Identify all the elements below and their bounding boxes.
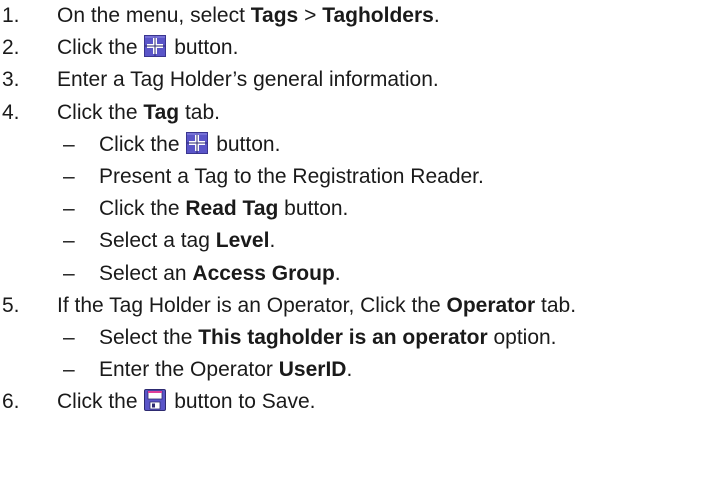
substep-text: Select an Access Group. <box>99 258 341 290</box>
step-text-run: On the menu, select <box>57 4 251 27</box>
add-icon <box>186 131 209 154</box>
step-text-run: . <box>269 229 276 253</box>
bold-term: Level <box>215 229 270 253</box>
step-text: Click the button to Save. <box>57 386 315 418</box>
substep-text: Select a tag Level. <box>99 225 275 257</box>
bold-term: Operator <box>446 293 536 317</box>
bold-term: Tag <box>143 100 180 124</box>
save-icon <box>144 389 167 412</box>
bold-term: Tags <box>250 4 299 27</box>
step-text-run: Select an <box>99 261 193 285</box>
step-text-run: Enter a Tag Holder’s general information… <box>57 68 439 92</box>
substep-bullet: – <box>63 326 75 349</box>
step-text-run: button. <box>168 36 239 60</box>
step-text-run: Present a Tag to the Registration Reader… <box>99 165 484 188</box>
step-text-run: button. <box>210 132 281 156</box>
step-text-run: Click the <box>57 100 144 124</box>
add-icon <box>144 35 167 58</box>
step-number: 5. <box>2 293 20 317</box>
substep-bullet: – <box>63 197 75 221</box>
substep-bullet: – <box>63 165 75 188</box>
bold-term: This tagholder is an operator <box>198 326 488 349</box>
step-number: 3. <box>2 68 20 92</box>
step-text-run: Click the <box>57 36 144 60</box>
step-text-run: Click the <box>57 390 144 414</box>
substep-bullet: – <box>63 358 75 382</box>
step-text-run: tab. <box>535 293 577 317</box>
substep-text: Enter the Operator UserID. <box>99 354 352 386</box>
step-text-run: . <box>433 4 440 27</box>
step-text-run: Click the <box>99 132 186 156</box>
step-text: Click the Tag tab. <box>57 97 220 129</box>
bold-term: Read Tag <box>185 197 279 221</box>
step-text: Click the button. <box>57 32 238 64</box>
step-text-run: button to Save. <box>168 390 316 414</box>
step-text-run: Select the <box>99 326 199 349</box>
bold-term: Access Group <box>192 261 335 285</box>
instruction-document: 1. On the menu, select Tags > Tagholders.… <box>0 0 714 478</box>
bold-term: UserID <box>278 358 347 382</box>
substep-text: Click the button. <box>99 129 280 161</box>
step-text-run: If the Tag Holder is an Operator, Click … <box>57 293 447 317</box>
step-text-run: Enter the Operator <box>99 358 279 382</box>
step-text-run: . <box>346 358 353 382</box>
step-text-run: option. <box>487 326 557 349</box>
substep-text: Select the This tagholder is an operator… <box>99 322 557 354</box>
step-text-run: button. <box>278 197 349 221</box>
substep-bullet: – <box>63 261 75 285</box>
substep-text: Click the Read Tag button. <box>99 193 348 225</box>
step-number: 6. <box>2 390 20 414</box>
step-text-run: Click the <box>99 197 186 221</box>
step-text: If the Tag Holder is an Operator, Click … <box>57 290 576 322</box>
step-text: On the menu, select Tags > Tagholders. <box>57 0 440 32</box>
substep-bullet: – <box>63 229 75 253</box>
step-text-run: Select a tag <box>99 229 216 253</box>
substep-text: Present a Tag to the Registration Reader… <box>99 161 484 193</box>
step-number: 4. <box>2 100 20 124</box>
step-text: Enter a Tag Holder’s general information… <box>57 64 439 96</box>
substep-bullet: – <box>63 132 75 156</box>
step-text-run: > <box>298 4 323 27</box>
step-text-run: . <box>334 261 341 285</box>
bold-term: Tagholders <box>322 4 434 27</box>
step-number: 1. <box>2 4 20 27</box>
step-number: 2. <box>2 36 20 60</box>
step-text-run: tab. <box>179 100 221 124</box>
